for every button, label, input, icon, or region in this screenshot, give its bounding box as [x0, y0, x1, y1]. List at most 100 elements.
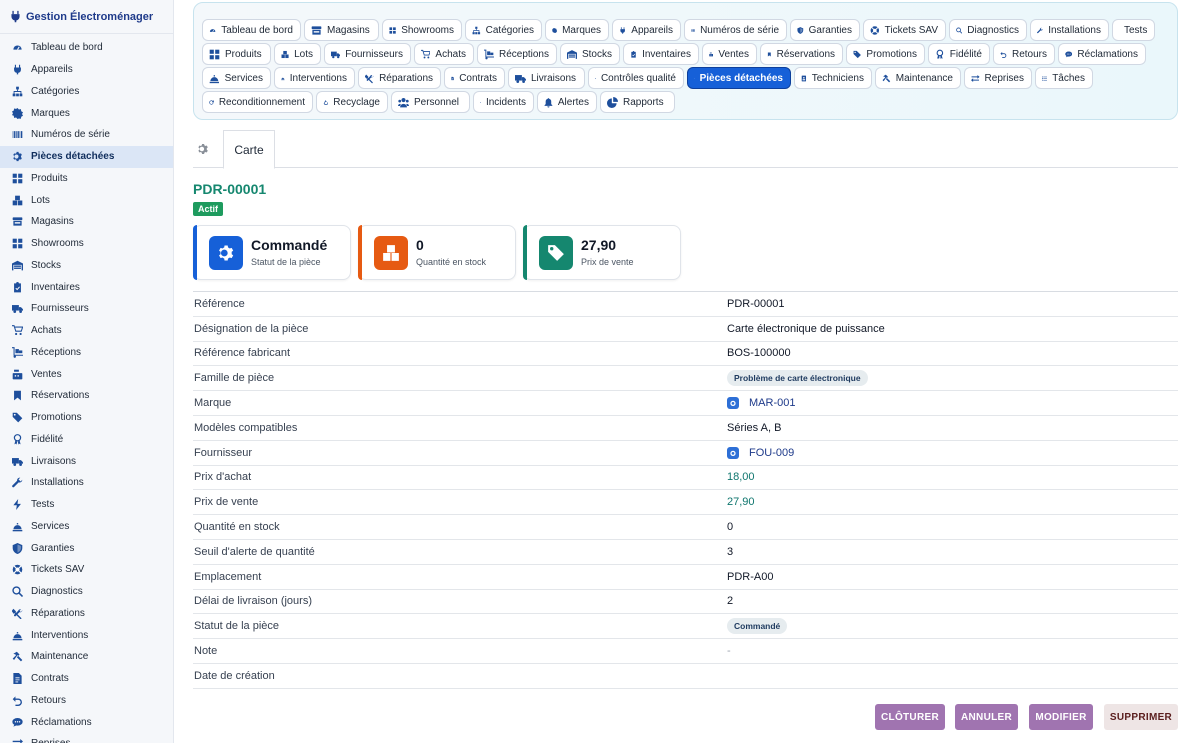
sidebar-item-pieces-detachees[interactable]: Pièces détachées: [0, 145, 173, 168]
sidebar-item-receptions[interactable]: Réceptions: [0, 342, 173, 364]
tab-controles-qualite[interactable]: Contrôles qualité: [588, 67, 684, 89]
app-brand[interactable]: Gestion Électroménager: [0, 0, 173, 34]
tab-appareils[interactable]: Appareils: [612, 19, 681, 41]
tab-taches[interactable]: Tâches: [1035, 67, 1093, 89]
tab-rapports[interactable]: Rapports: [600, 91, 675, 113]
tab-showrooms[interactable]: Showrooms: [382, 19, 462, 41]
tab-magasins[interactable]: Magasins: [304, 19, 379, 41]
sidebar-item-inventaires[interactable]: Inventaires: [0, 276, 173, 298]
value-text[interactable]: FOU-009: [749, 447, 794, 459]
sidebar-item-contrats[interactable]: Contrats: [0, 668, 173, 690]
sidebar-item-retours[interactable]: Retours: [0, 690, 173, 712]
delete-button[interactable]: SUPPRIMER: [1104, 704, 1178, 730]
tab-reconditionnement[interactable]: Reconditionnement: [202, 91, 313, 113]
tab-carte[interactable]: Carte: [223, 130, 275, 169]
detail-label: Délai de livraison (jours): [194, 595, 312, 608]
tab-maintenance[interactable]: Maintenance: [875, 67, 961, 89]
tab-tests[interactable]: Tests: [1112, 19, 1155, 41]
tab-reprises[interactable]: Reprises: [964, 67, 1032, 89]
sidebar-item-tests[interactable]: Tests: [0, 494, 173, 516]
tab-retours[interactable]: Retours: [993, 43, 1055, 65]
tab-alertes[interactable]: Alertes: [537, 91, 597, 113]
sidebar-item-appareils[interactable]: Appareils: [0, 59, 173, 81]
stat-card-label: Prix de vente: [581, 257, 634, 267]
tab-diagnostics[interactable]: Diagnostics: [949, 19, 1027, 41]
sidebar-item-reprises[interactable]: Reprises: [0, 733, 173, 743]
tab-numeros-de-serie[interactable]: Numéros de série: [684, 19, 787, 41]
tab-contrats[interactable]: Contrats: [444, 67, 505, 89]
sidebar-item-garanties[interactable]: Garanties: [0, 537, 173, 559]
tab-interventions[interactable]: Interventions: [274, 67, 355, 89]
sidebar-item-tableau-de-bord[interactable]: Tableau de bord: [0, 37, 173, 59]
value-text: 18,00: [727, 471, 755, 484]
sidebar-item-livraisons[interactable]: Livraisons: [0, 450, 173, 472]
tab-tickets-sav[interactable]: Tickets SAV: [863, 19, 946, 41]
tab-incidents[interactable]: Incidents: [473, 91, 534, 113]
sidebar-item-diagnostics[interactable]: Diagnostics: [0, 581, 173, 603]
sidebar-item-tickets-sav[interactable]: Tickets SAV: [0, 559, 173, 581]
sidebar-item-achats[interactable]: Achats: [0, 320, 173, 342]
value-text[interactable]: MAR-001: [749, 397, 795, 409]
tab-ventes[interactable]: Ventes: [702, 43, 757, 65]
tab-label: Reconditionnement: [218, 96, 305, 108]
tab-inventaires[interactable]: Inventaires: [623, 43, 699, 65]
tab-marques[interactable]: Marques: [545, 19, 609, 41]
record-link-icon: [727, 397, 739, 410]
sidebar-item-maintenance[interactable]: Maintenance: [0, 646, 173, 668]
tab-reparations[interactable]: Réparations: [358, 67, 441, 89]
tab-fidelite[interactable]: Fidélité: [928, 43, 990, 65]
value-text: -: [727, 645, 731, 658]
tab-recyclage[interactable]: Recyclage: [316, 91, 388, 113]
sidebar-item-fidelite[interactable]: Fidélité: [0, 429, 173, 451]
tab-promotions[interactable]: Promotions: [846, 43, 925, 65]
sidebar-item-magasins[interactable]: Magasins: [0, 211, 173, 233]
tab-garanties[interactable]: Garanties: [790, 19, 860, 41]
tab-label: Promotions: [866, 48, 917, 60]
sidebar-item-produits[interactable]: Produits: [0, 168, 173, 190]
tab-services[interactable]: Services: [202, 67, 271, 89]
tab-installations[interactable]: Installations: [1030, 19, 1109, 41]
sidebar-item-numeros-de-serie[interactable]: Numéros de série: [0, 124, 173, 146]
stat-card-value: 27,90: [581, 237, 617, 253]
sidebar-item-categories[interactable]: Catégories: [0, 81, 173, 103]
edit-button[interactable]: MODIFIER: [1029, 704, 1093, 730]
tab-produits[interactable]: Produits: [202, 43, 271, 65]
sidebar-item-ventes[interactable]: Ventes: [0, 363, 173, 385]
sidebar-item-stocks[interactable]: Stocks: [0, 255, 173, 277]
tab-pieces-detachees[interactable]: Pièces détachées: [687, 67, 791, 89]
tab-fournisseurs[interactable]: Fournisseurs: [324, 43, 411, 65]
tab-reclamations[interactable]: Réclamations: [1058, 43, 1146, 65]
tab-label: Garanties: [808, 24, 852, 36]
tab-personnel[interactable]: Personnel: [391, 91, 470, 113]
close-record-button[interactable]: CLÔTURER: [875, 704, 945, 730]
detail-row-seuil-d-alerte-de-quantite: Seuil d'alerte de quantité 3: [193, 540, 1178, 565]
tab-achats[interactable]: Achats: [414, 43, 474, 65]
detail-value[interactable]: FOU-009: [727, 446, 794, 459]
sidebar-item-reservations[interactable]: Réservations: [0, 385, 173, 407]
tab-receptions[interactable]: Réceptions: [477, 43, 557, 65]
tab-reservations[interactable]: Réservations: [760, 43, 843, 65]
tab-categories[interactable]: Catégories: [465, 19, 542, 41]
dolly-icon: [484, 49, 494, 60]
settings-gear-icon[interactable]: [193, 139, 213, 159]
tab-label: Techniciens: [811, 72, 864, 84]
tab-tableau-de-bord[interactable]: Tableau de bord: [202, 19, 301, 41]
detail-value[interactable]: MAR-001: [727, 397, 795, 410]
tab-stocks[interactable]: Stocks: [560, 43, 620, 65]
cancel-button[interactable]: ANNULER: [955, 704, 1018, 730]
sidebar-item-marques[interactable]: Marques: [0, 102, 173, 124]
tab-lots[interactable]: Lots: [274, 43, 321, 65]
sidebar-item-reparations[interactable]: Réparations: [0, 603, 173, 625]
sidebar-item-services[interactable]: Services: [0, 516, 173, 538]
sidebar-item-interventions[interactable]: Interventions: [0, 624, 173, 646]
sidebar-item-reclamations[interactable]: Réclamations: [0, 711, 173, 733]
sidebar-item-installations[interactable]: Installations: [0, 472, 173, 494]
value-badge: Problème de carte électronique: [727, 370, 868, 387]
tab-livraisons[interactable]: Livraisons: [508, 67, 585, 89]
sidebar-item-showrooms[interactable]: Showrooms: [0, 233, 173, 255]
sidebar-item-lots[interactable]: Lots: [0, 189, 173, 211]
tab-techniciens[interactable]: Techniciens: [794, 67, 872, 89]
sidebar-item-promotions[interactable]: Promotions: [0, 407, 173, 429]
sidebar-item-fournisseurs[interactable]: Fournisseurs: [0, 298, 173, 320]
tab-label: Catégories: [485, 24, 534, 36]
